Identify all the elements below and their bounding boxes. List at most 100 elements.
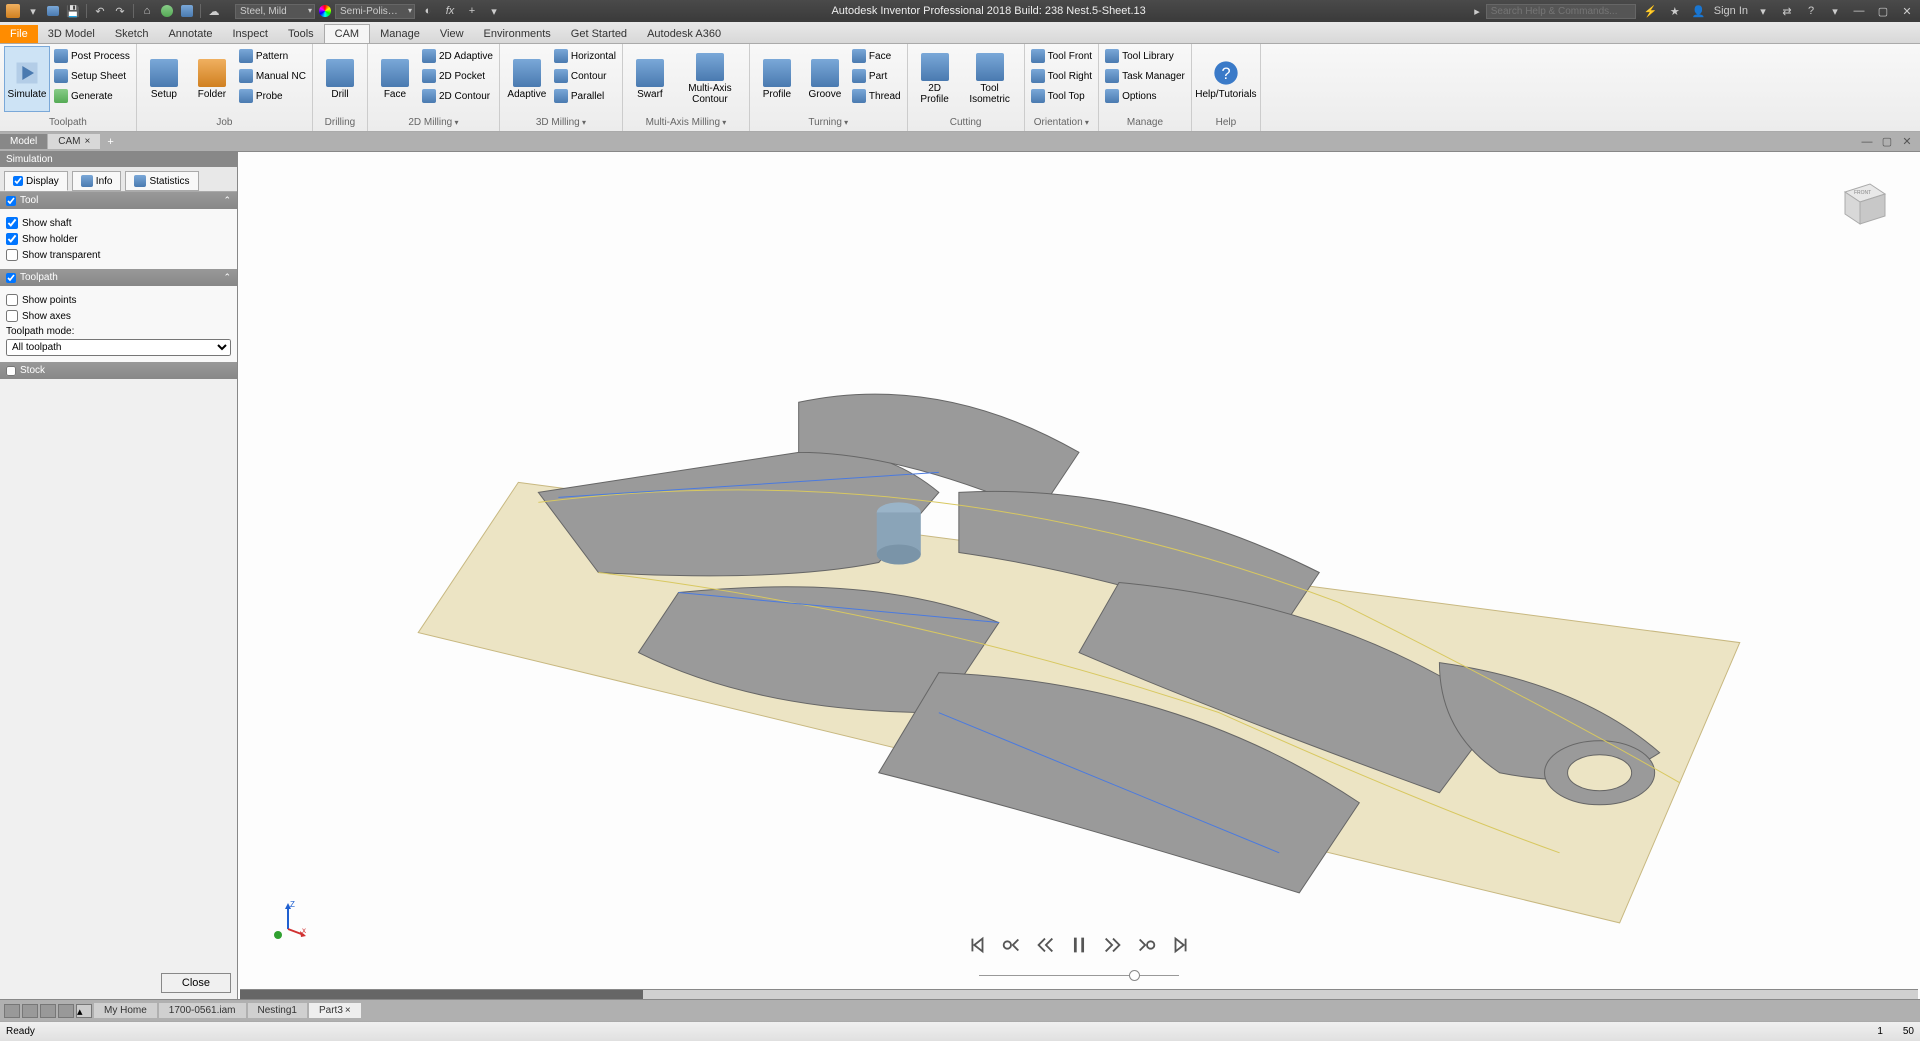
team-icon[interactable] [158, 2, 176, 20]
plus-icon[interactable]: + [463, 2, 481, 20]
generate-button[interactable]: Generate [52, 86, 132, 106]
drill-button[interactable]: Drill [317, 46, 363, 112]
minimize-button[interactable]: — [1850, 2, 1868, 20]
user-icon[interactable]: 👤 [1690, 2, 1708, 20]
fx-icon[interactable]: fx [441, 2, 459, 20]
material-combo[interactable]: Steel, Mild [235, 4, 315, 19]
show-transparent-checkbox[interactable] [6, 249, 18, 261]
multiaxis-dropdown[interactable]: Multi-Axis Milling [627, 116, 745, 129]
stock-section-check[interactable] [6, 366, 16, 376]
2d-pocket-button[interactable]: 2D Pocket [420, 66, 495, 86]
maximize-button[interactable]: ▢ [1874, 2, 1892, 20]
exchange-icon[interactable]: ⇄ [1778, 2, 1796, 20]
appearance-combo[interactable]: Semi-Polis… [335, 4, 415, 19]
2d-adaptive-button[interactable]: 2D Adaptive [420, 46, 495, 66]
tool-section-header[interactable]: Tool ⌃ [0, 192, 237, 209]
toolpath-section-check[interactable] [6, 273, 16, 283]
qat-dropdown-icon[interactable]: ▾ [485, 2, 503, 20]
task-manager-button[interactable]: Task Manager [1103, 66, 1187, 86]
save-icon[interactable]: 💾 [64, 2, 82, 20]
tab-environments[interactable]: Environments [474, 25, 561, 43]
layout-icon-4[interactable] [58, 1004, 74, 1018]
speed-slider[interactable] [979, 969, 1179, 981]
pause-button[interactable] [1068, 934, 1090, 959]
tool-isometric-button[interactable]: Tool Isometric [960, 46, 1020, 112]
options-button[interactable]: Options [1103, 86, 1187, 106]
file-tab[interactable]: File [0, 25, 38, 43]
forward-button[interactable] [1102, 934, 1124, 959]
adaptive-button[interactable]: Adaptive [504, 46, 550, 112]
help-icon[interactable]: ? [1802, 2, 1820, 20]
show-shaft-checkbox[interactable] [6, 217, 18, 229]
orientation-dropdown[interactable]: Orientation [1029, 116, 1094, 129]
turn-face-button[interactable]: Face [850, 46, 903, 66]
prev-op-button[interactable] [1000, 934, 1022, 959]
show-points-row[interactable]: Show points [6, 292, 231, 308]
close-button[interactable]: Close [161, 973, 231, 993]
close-tab-icon[interactable]: × [84, 136, 90, 147]
folder-button[interactable]: Folder [189, 46, 235, 112]
color-swatch-icon[interactable] [319, 5, 331, 17]
horizontal-button[interactable]: Horizontal [552, 46, 618, 66]
stock-section-header[interactable]: Stock [0, 362, 237, 379]
2d-contour-button[interactable]: 2D Contour [420, 86, 495, 106]
favorite-icon[interactable]: ★ [1666, 2, 1684, 20]
show-axes-row[interactable]: Show axes [6, 308, 231, 324]
skip-start-button[interactable] [966, 934, 988, 959]
show-holder-checkbox[interactable] [6, 233, 18, 245]
bottom-tab-part3[interactable]: Part3× [309, 1003, 361, 1018]
post-process-button[interactable]: Post Process [52, 46, 132, 66]
view-cube[interactable]: FRONT [1830, 172, 1890, 232]
bottom-tab-nesting[interactable]: Nesting1 [248, 1003, 307, 1018]
tab-cam[interactable]: CAM [324, 24, 370, 43]
app-icon[interactable] [4, 2, 22, 20]
nesting-icon[interactable] [178, 2, 196, 20]
connectivity-icon[interactable]: ⚡ [1642, 2, 1660, 20]
doc-tab-model[interactable]: Model [0, 134, 47, 149]
show-axes-checkbox[interactable] [6, 310, 18, 322]
skip-end-button[interactable] [1170, 934, 1192, 959]
thread-button[interactable]: Thread [850, 86, 903, 106]
new-icon[interactable]: ▾ [24, 2, 42, 20]
2d-profile-button[interactable]: 2D Profile [912, 46, 958, 112]
doc-minimize-icon[interactable]: — [1858, 133, 1876, 151]
timeline[interactable] [240, 989, 1918, 999]
pattern-button[interactable]: Pattern [237, 46, 308, 66]
tool-front-button[interactable]: Tool Front [1029, 46, 1094, 66]
probe-button[interactable]: Probe [237, 86, 308, 106]
tool-section-check[interactable] [6, 196, 16, 206]
redo-icon[interactable]: ↷ [111, 2, 129, 20]
tab-sketch[interactable]: Sketch [105, 25, 159, 43]
layout-icon-1[interactable] [4, 1004, 20, 1018]
setup-button[interactable]: Setup [141, 46, 187, 112]
close-window-button[interactable]: ✕ [1898, 2, 1916, 20]
sign-in-link[interactable]: Sign In [1714, 5, 1748, 17]
close-bottom-tab-icon[interactable]: × [345, 1005, 351, 1016]
profile-button[interactable]: Profile [754, 46, 800, 112]
2d-milling-dropdown[interactable]: 2D Milling [372, 116, 495, 129]
bottom-tab-home[interactable]: My Home [94, 1003, 157, 1018]
doc-tab-cam[interactable]: CAM× [48, 134, 100, 149]
help-dropdown-icon[interactable]: ▾ [1826, 2, 1844, 20]
show-transparent-row[interactable]: Show transparent [6, 247, 231, 263]
speed-thumb[interactable] [1129, 970, 1140, 981]
tab-manage[interactable]: Manage [370, 25, 430, 43]
bottom-tab-assembly[interactable]: 1700-0561.iam [159, 1003, 246, 1018]
doc-restore-icon[interactable]: ▢ [1878, 133, 1896, 151]
layout-collapse-icon[interactable]: ▴ [76, 1004, 92, 1018]
add-doc-tab-button[interactable]: + [101, 134, 119, 150]
display-tab[interactable]: Display [4, 171, 68, 191]
tab-inspect[interactable]: Inspect [223, 25, 278, 43]
tool-top-button[interactable]: Tool Top [1029, 86, 1094, 106]
search-input[interactable] [1486, 4, 1636, 19]
manual-nc-button[interactable]: Manual NC [237, 66, 308, 86]
face-button[interactable]: Face [372, 46, 418, 112]
layout-icon-2[interactable] [22, 1004, 38, 1018]
show-holder-row[interactable]: Show holder [6, 231, 231, 247]
viewport[interactable]: FRONT Z x [238, 152, 1920, 999]
groove-button[interactable]: Groove [802, 46, 848, 112]
tab-tools[interactable]: Tools [278, 25, 324, 43]
multiaxis-contour-button[interactable]: Multi-Axis Contour [675, 46, 745, 112]
layout-icon-3[interactable] [40, 1004, 56, 1018]
show-shaft-row[interactable]: Show shaft [6, 215, 231, 231]
